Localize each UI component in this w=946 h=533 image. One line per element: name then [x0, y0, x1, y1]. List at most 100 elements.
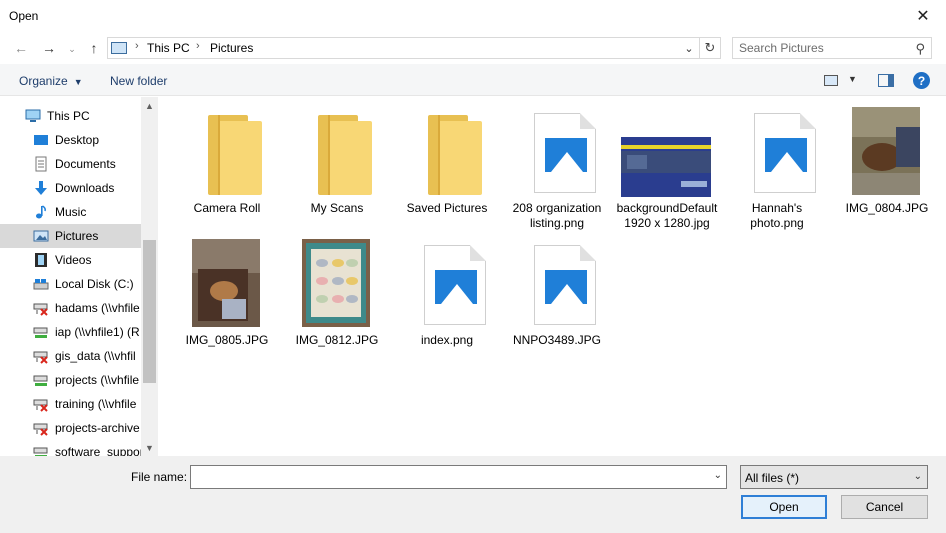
open-button[interactable]: Open	[741, 495, 827, 519]
sidebar-item-label: training (\\vhfile	[55, 397, 137, 411]
file-item-hannahs-photo[interactable]: Hannah's photo.png	[722, 97, 832, 231]
file-item-index[interactable]: index.png	[392, 229, 502, 348]
network-drive-disconnected-icon	[33, 348, 49, 364]
navigation-pane[interactable]: This PC Desktop Documents Downloads Musi…	[0, 97, 158, 456]
breadcrumb-separator-icon[interactable]: ›	[135, 40, 139, 52]
refresh-icon[interactable]: ↻	[699, 37, 721, 59]
file-name-label: IMG_0805.JPG	[185, 333, 269, 347]
network-drive-disconnected-icon	[33, 420, 49, 436]
recent-locations-chevron-icon[interactable]: ⌄	[66, 40, 78, 58]
file-item-img-0804[interactable]: IMG_0804.JPG	[832, 97, 942, 216]
sidebar-item-software-support[interactable]: software_suppor	[0, 440, 141, 456]
breadcrumb-separator-icon[interactable]: ›	[196, 40, 200, 52]
sidebar-item-documents[interactable]: Documents	[0, 152, 141, 176]
sidebar-item-label: Videos	[55, 253, 92, 267]
file-name-label: NNPO3489.JPG	[512, 333, 602, 347]
sidebar-item-label: gis_data (\\vhfil	[55, 349, 136, 363]
preview-pane-icon[interactable]	[878, 74, 894, 87]
sidebar-item-label: This PC	[47, 109, 90, 123]
file-name-combobox[interactable]: ⌄	[190, 465, 727, 489]
file-name-label: IMG_0804.JPG	[845, 201, 929, 215]
search-icon[interactable]: ⚲	[915, 41, 925, 57]
file-name-label: My Scans	[310, 201, 364, 215]
sidebar-item-label: projects (\\vhfile	[55, 373, 140, 387]
network-drive-disconnected-icon	[33, 300, 49, 316]
view-options-icon[interactable]	[824, 75, 838, 86]
title-bar: Open ✕	[0, 0, 946, 32]
breadcrumb-pictures[interactable]: Pictures	[210, 41, 253, 55]
organize-button[interactable]: Organize ▼	[19, 74, 83, 88]
sidebar-item-gis-data[interactable]: gis_data (\\vhfil	[0, 344, 141, 368]
scroll-up-icon[interactable]: ▲	[141, 97, 158, 114]
file-name-label: File name:	[131, 470, 188, 484]
sidebar-item-hadams[interactable]: hadams (\\vhfile	[0, 296, 141, 320]
sidebar-item-videos[interactable]: Videos	[0, 248, 141, 272]
new-folder-button[interactable]: New folder	[110, 74, 167, 88]
file-item-my-scans[interactable]: My Scans	[282, 97, 392, 216]
file-list[interactable]: Camera Roll My Scans Saved Pictures 208 …	[159, 97, 946, 456]
file-item-img-0805[interactable]: IMG_0805.JPG	[172, 229, 282, 348]
file-item-img-0812[interactable]: IMG_0812.JPG	[282, 229, 392, 348]
sidebar-item-music[interactable]: Music	[0, 200, 141, 224]
file-name-label: Saved Pictures	[406, 201, 488, 215]
image-file-icon	[534, 245, 596, 325]
sidebar-item-iap[interactable]: iap (\\vhfile1) (R	[0, 320, 141, 344]
sidebar-item-pictures[interactable]: Pictures	[0, 224, 141, 248]
sidebar-item-training[interactable]: training (\\vhfile	[0, 392, 141, 416]
file-item-camera-roll[interactable]: Camera Roll	[172, 97, 282, 216]
sidebar-item-desktop[interactable]: Desktop	[0, 128, 141, 152]
sidebar-item-local-disk[interactable]: Local Disk (C:)	[0, 272, 141, 296]
help-icon[interactable]: ?	[913, 72, 930, 89]
dog-on-couch-thumbnail-icon	[852, 107, 920, 195]
sidebar-item-label: projects-archive	[55, 421, 140, 435]
sidebar-item-label: Music	[55, 205, 87, 219]
search-input[interactable]	[733, 38, 909, 58]
sidebar-item-label: Local Disk (C:)	[55, 277, 134, 291]
chevron-down-icon[interactable]: ⌄	[714, 470, 722, 481]
sidebar-item-label: Documents	[55, 157, 116, 171]
address-dropdown-icon[interactable]: ⌄	[679, 37, 699, 59]
sidebar-item-projects[interactable]: projects (\\vhfile	[0, 368, 141, 392]
forward-arrow-icon[interactable]: →	[40, 39, 58, 57]
cancel-button[interactable]: Cancel	[841, 495, 928, 519]
network-drive-connected-icon	[33, 324, 49, 340]
scroll-down-icon[interactable]: ▼	[141, 439, 158, 456]
sidebar-scrollbar[interactable]: ▲ ▼	[141, 97, 158, 456]
background-thumbnail-icon	[621, 137, 711, 197]
image-file-icon	[424, 245, 486, 325]
up-arrow-icon[interactable]: ↑	[85, 39, 103, 57]
sidebar-item-label: Downloads	[55, 181, 115, 195]
pictures-location-icon	[111, 42, 127, 54]
file-name-label: backgroundDefault1920 x 1280.jpg	[616, 201, 718, 230]
search-box[interactable]: ⚲	[732, 37, 932, 59]
sidebar-item-projects-archive[interactable]: projects-archive	[0, 416, 141, 440]
file-type-filter[interactable]: All files (*) ⌄	[740, 465, 928, 489]
folder-icon	[428, 115, 482, 195]
file-item-nnpo3489[interactable]: NNPO3489.JPG	[502, 229, 612, 348]
scrollbar-thumb[interactable]	[143, 240, 156, 383]
folder-icon	[318, 115, 372, 195]
close-icon[interactable]: ✕	[900, 0, 946, 32]
desktop-icon	[33, 132, 49, 148]
file-name-label: Hannah's photo.png	[750, 201, 804, 230]
sidebar-item-this-pc[interactable]: This PC	[0, 104, 141, 128]
file-name-input[interactable]	[191, 466, 706, 488]
sidebar-item-downloads[interactable]: Downloads	[0, 176, 141, 200]
back-arrow-icon[interactable]: ←	[12, 39, 30, 57]
sidebar-item-label: hadams (\\vhfile	[55, 301, 140, 315]
window-title: Open	[9, 9, 39, 23]
downloads-icon	[33, 180, 49, 196]
chevron-down-icon[interactable]: ⌄	[914, 471, 922, 482]
file-item-saved-pictures[interactable]: Saved Pictures	[392, 97, 502, 216]
network-drive-connected-icon	[33, 444, 49, 456]
file-type-value: All files (*)	[745, 471, 800, 485]
network-drive-disconnected-icon	[33, 396, 49, 412]
file-item-background-default[interactable]: backgroundDefault1920 x 1280.jpg	[612, 97, 722, 231]
drive-icon	[33, 276, 49, 292]
file-name-label: 208 organization listing.png	[512, 201, 602, 230]
breadcrumb-this-pc[interactable]: This PC	[147, 41, 190, 55]
sidebar-item-label: Desktop	[55, 133, 100, 147]
file-item-208-organization-listing[interactable]: 208 organization listing.png	[502, 97, 612, 231]
address-bar[interactable]: › This PC › Pictures	[107, 37, 721, 59]
view-chevron-down-icon[interactable]: ▼	[848, 74, 857, 84]
